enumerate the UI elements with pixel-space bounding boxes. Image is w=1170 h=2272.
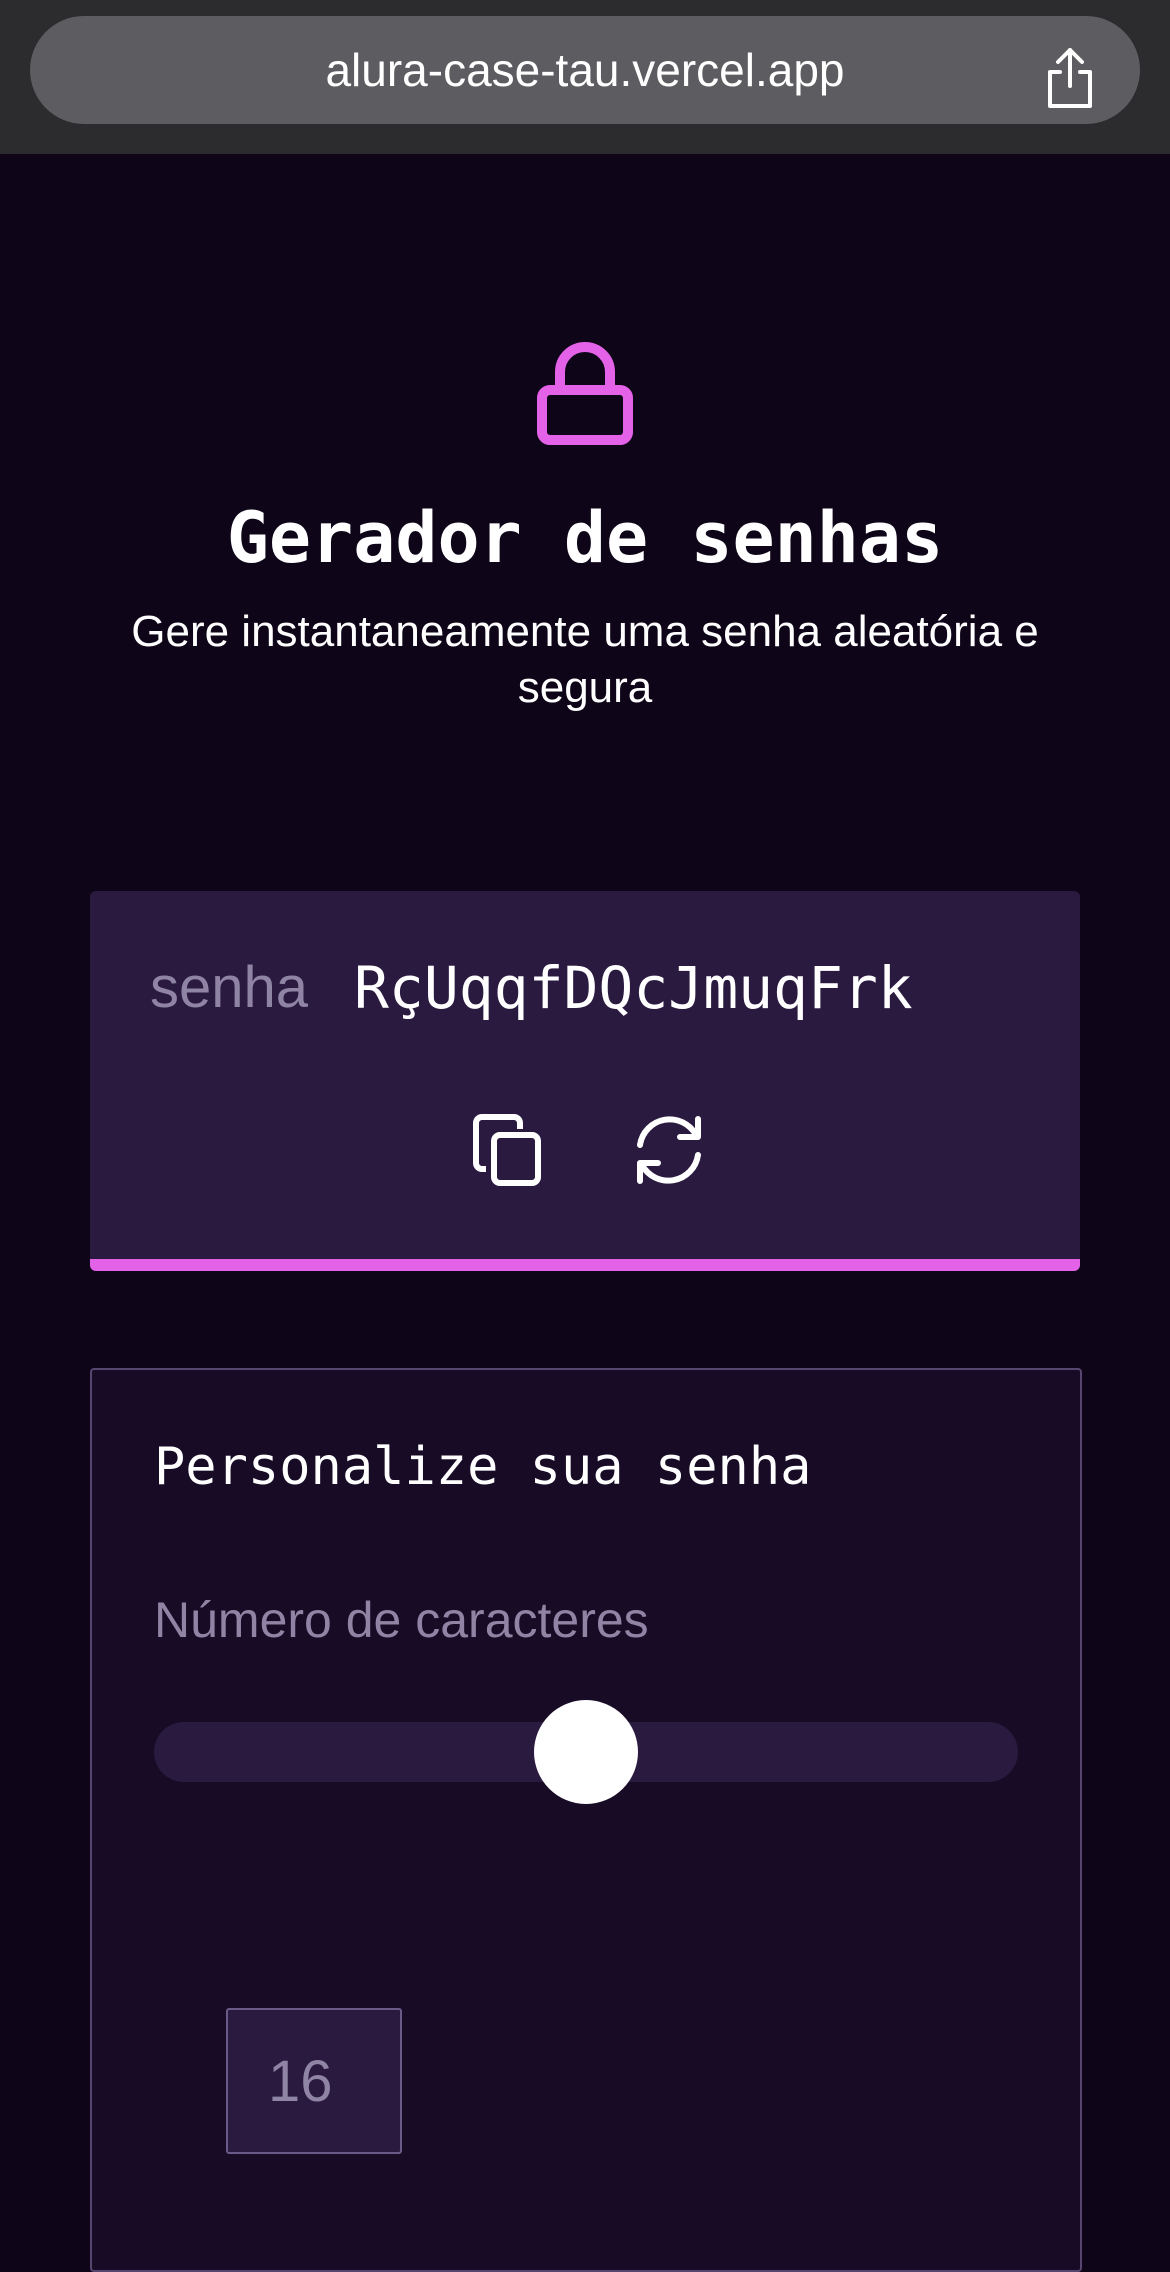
page-title: Gerador de senhas xyxy=(226,497,944,579)
refresh-button[interactable] xyxy=(628,1109,710,1191)
length-label: Número de caracteres xyxy=(154,1592,649,1648)
share-icon[interactable] xyxy=(1040,44,1100,110)
settings-title: Personalize sua senha xyxy=(154,1437,812,1497)
lock-icon xyxy=(537,342,633,445)
refresh-icon xyxy=(637,1116,701,1184)
slider-thumb[interactable] xyxy=(534,1700,638,1804)
copy-icon xyxy=(473,1114,541,1186)
length-input[interactable] xyxy=(226,2008,402,2154)
length-slider[interactable] xyxy=(154,1700,1018,1804)
page-content: Gerador de senhas Gere instantaneamente … xyxy=(0,154,1170,2272)
browser-toolbar: alura-case-tau.vercel.app xyxy=(0,0,1170,154)
page-subtitle: Gere instantaneamente uma senha aleatóri… xyxy=(131,607,1039,712)
password-label: senha xyxy=(150,955,309,1020)
address-bar[interactable]: alura-case-tau.vercel.app xyxy=(30,16,1140,124)
url-text[interactable]: alura-case-tau.vercel.app xyxy=(30,16,1140,124)
strength-bar xyxy=(90,1259,1080,1271)
settings-card: Personalize sua senha Número de caracter… xyxy=(90,1368,1082,2272)
password-value[interactable]: RçUqqfDQcJmuqFrk xyxy=(354,953,913,1023)
copy-button[interactable] xyxy=(466,1109,548,1191)
password-card: senha RçUqqfDQcJmuqFrk xyxy=(90,891,1080,1271)
